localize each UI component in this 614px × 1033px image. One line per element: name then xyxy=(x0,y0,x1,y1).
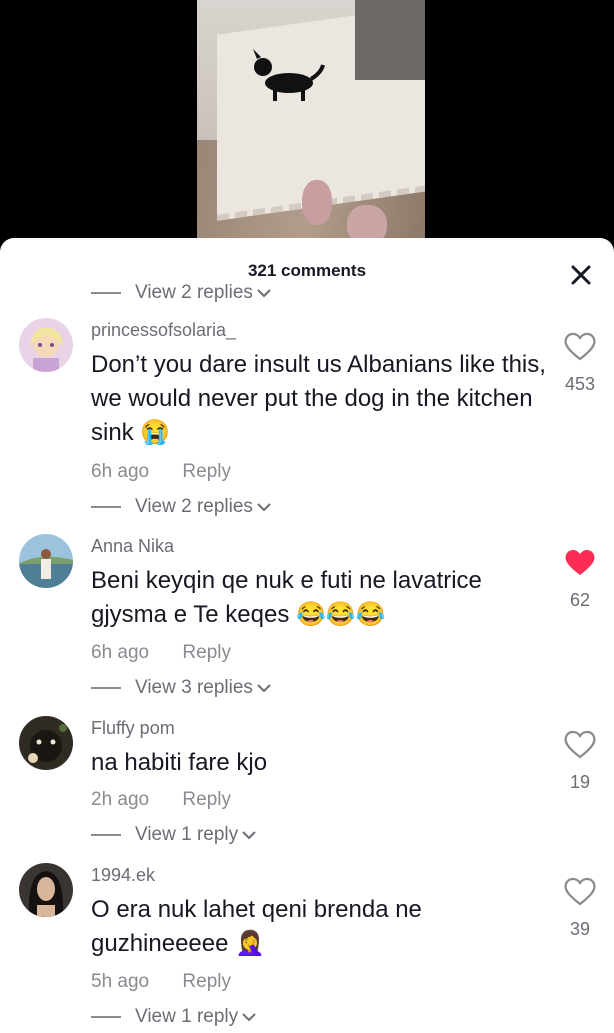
comment-text: Don’t you dare insult us Albanians like … xyxy=(91,348,551,450)
comment-time: 6h ago xyxy=(91,642,150,663)
furniture xyxy=(355,0,425,80)
close-icon[interactable] xyxy=(570,264,592,286)
heart-icon[interactable] xyxy=(562,728,598,760)
comment-meta: 6h ago Reply xyxy=(91,642,231,664)
avatar[interactable] xyxy=(19,716,73,770)
divider-line xyxy=(91,1016,121,1018)
comment-time: 6h ago xyxy=(91,461,150,482)
avatar[interactable] xyxy=(19,534,73,588)
comment-username[interactable]: 1994.ek xyxy=(91,865,155,886)
heart-filled-icon[interactable] xyxy=(562,546,598,578)
heart-icon[interactable] xyxy=(562,875,598,907)
view-replies-button[interactable]: View 1 reply xyxy=(91,824,256,846)
chevron-down-icon xyxy=(257,502,271,511)
comment-meta: 5h ago Reply xyxy=(91,971,231,993)
like-count: 62 xyxy=(569,590,591,610)
comment-username[interactable]: Fluffy pom xyxy=(91,718,175,739)
comments-count-title: 321 comments xyxy=(247,261,367,280)
view-replies-label: View 1 reply xyxy=(135,824,239,845)
comment-text: O era nuk lahet qeni brenda ne guzhineee… xyxy=(91,893,551,961)
heart-icon[interactable] xyxy=(562,330,598,362)
view-replies-label: View 2 replies xyxy=(135,496,253,517)
comment-meta: 2h ago Reply xyxy=(91,789,231,811)
view-replies-label: View 1 reply xyxy=(135,1006,239,1027)
comment-text-body: na habiti fare kjo xyxy=(91,749,268,776)
video-frame xyxy=(197,0,425,250)
chevron-down-icon xyxy=(242,1012,256,1021)
slipper xyxy=(302,180,332,225)
reply-button[interactable]: Reply xyxy=(182,789,231,810)
comment-time: 2h ago xyxy=(91,789,150,810)
view-replies-button[interactable]: View 2 replies xyxy=(91,496,271,518)
comment-username[interactable]: princessofsolaria_ xyxy=(91,320,236,341)
like-count: 453 xyxy=(564,374,596,394)
chevron-down-icon xyxy=(257,288,271,297)
comment-meta: 6h ago Reply xyxy=(91,461,231,483)
view-replies-button[interactable]: View 3 replies xyxy=(91,677,271,699)
divider-line xyxy=(91,834,121,836)
comment-username[interactable]: Anna Nika xyxy=(91,536,174,557)
avatar[interactable] xyxy=(19,863,73,917)
avatar[interactable] xyxy=(19,318,73,372)
reply-button[interactable]: Reply xyxy=(182,461,231,482)
view-replies-button[interactable]: View 2 replies xyxy=(91,282,271,304)
comment-text-body: Beni keyqin qe nuk e futi ne lavatrice g… xyxy=(91,567,482,628)
laughing-emoji: 😂😂😂 xyxy=(296,601,386,628)
video-player[interactable] xyxy=(0,0,614,250)
divider-line xyxy=(91,292,121,294)
chevron-down-icon xyxy=(242,830,256,839)
comment-text: Beni keyqin qe nuk e futi ne lavatrice g… xyxy=(91,564,551,632)
dog-figure xyxy=(253,49,325,101)
view-replies-label: View 3 replies xyxy=(135,677,253,698)
comments-sheet: 321 comments View 2 replies princessofso… xyxy=(0,238,614,1033)
view-replies-label: View 2 replies xyxy=(135,282,253,303)
view-replies-button[interactable]: View 1 reply xyxy=(91,1006,256,1028)
reply-button[interactable]: Reply xyxy=(182,971,231,992)
facepalm-emoji: 🤦‍♀️ xyxy=(235,930,266,957)
like-count: 19 xyxy=(569,772,591,792)
comment-time: 5h ago xyxy=(91,971,150,992)
comment-text: na habiti fare kjo xyxy=(91,746,551,780)
divider-line xyxy=(91,506,121,508)
divider-line xyxy=(91,687,121,689)
crying-emoji: 😭 xyxy=(140,419,171,446)
like-count: 39 xyxy=(569,919,591,939)
reply-button[interactable]: Reply xyxy=(182,642,231,663)
chevron-down-icon xyxy=(257,683,271,692)
